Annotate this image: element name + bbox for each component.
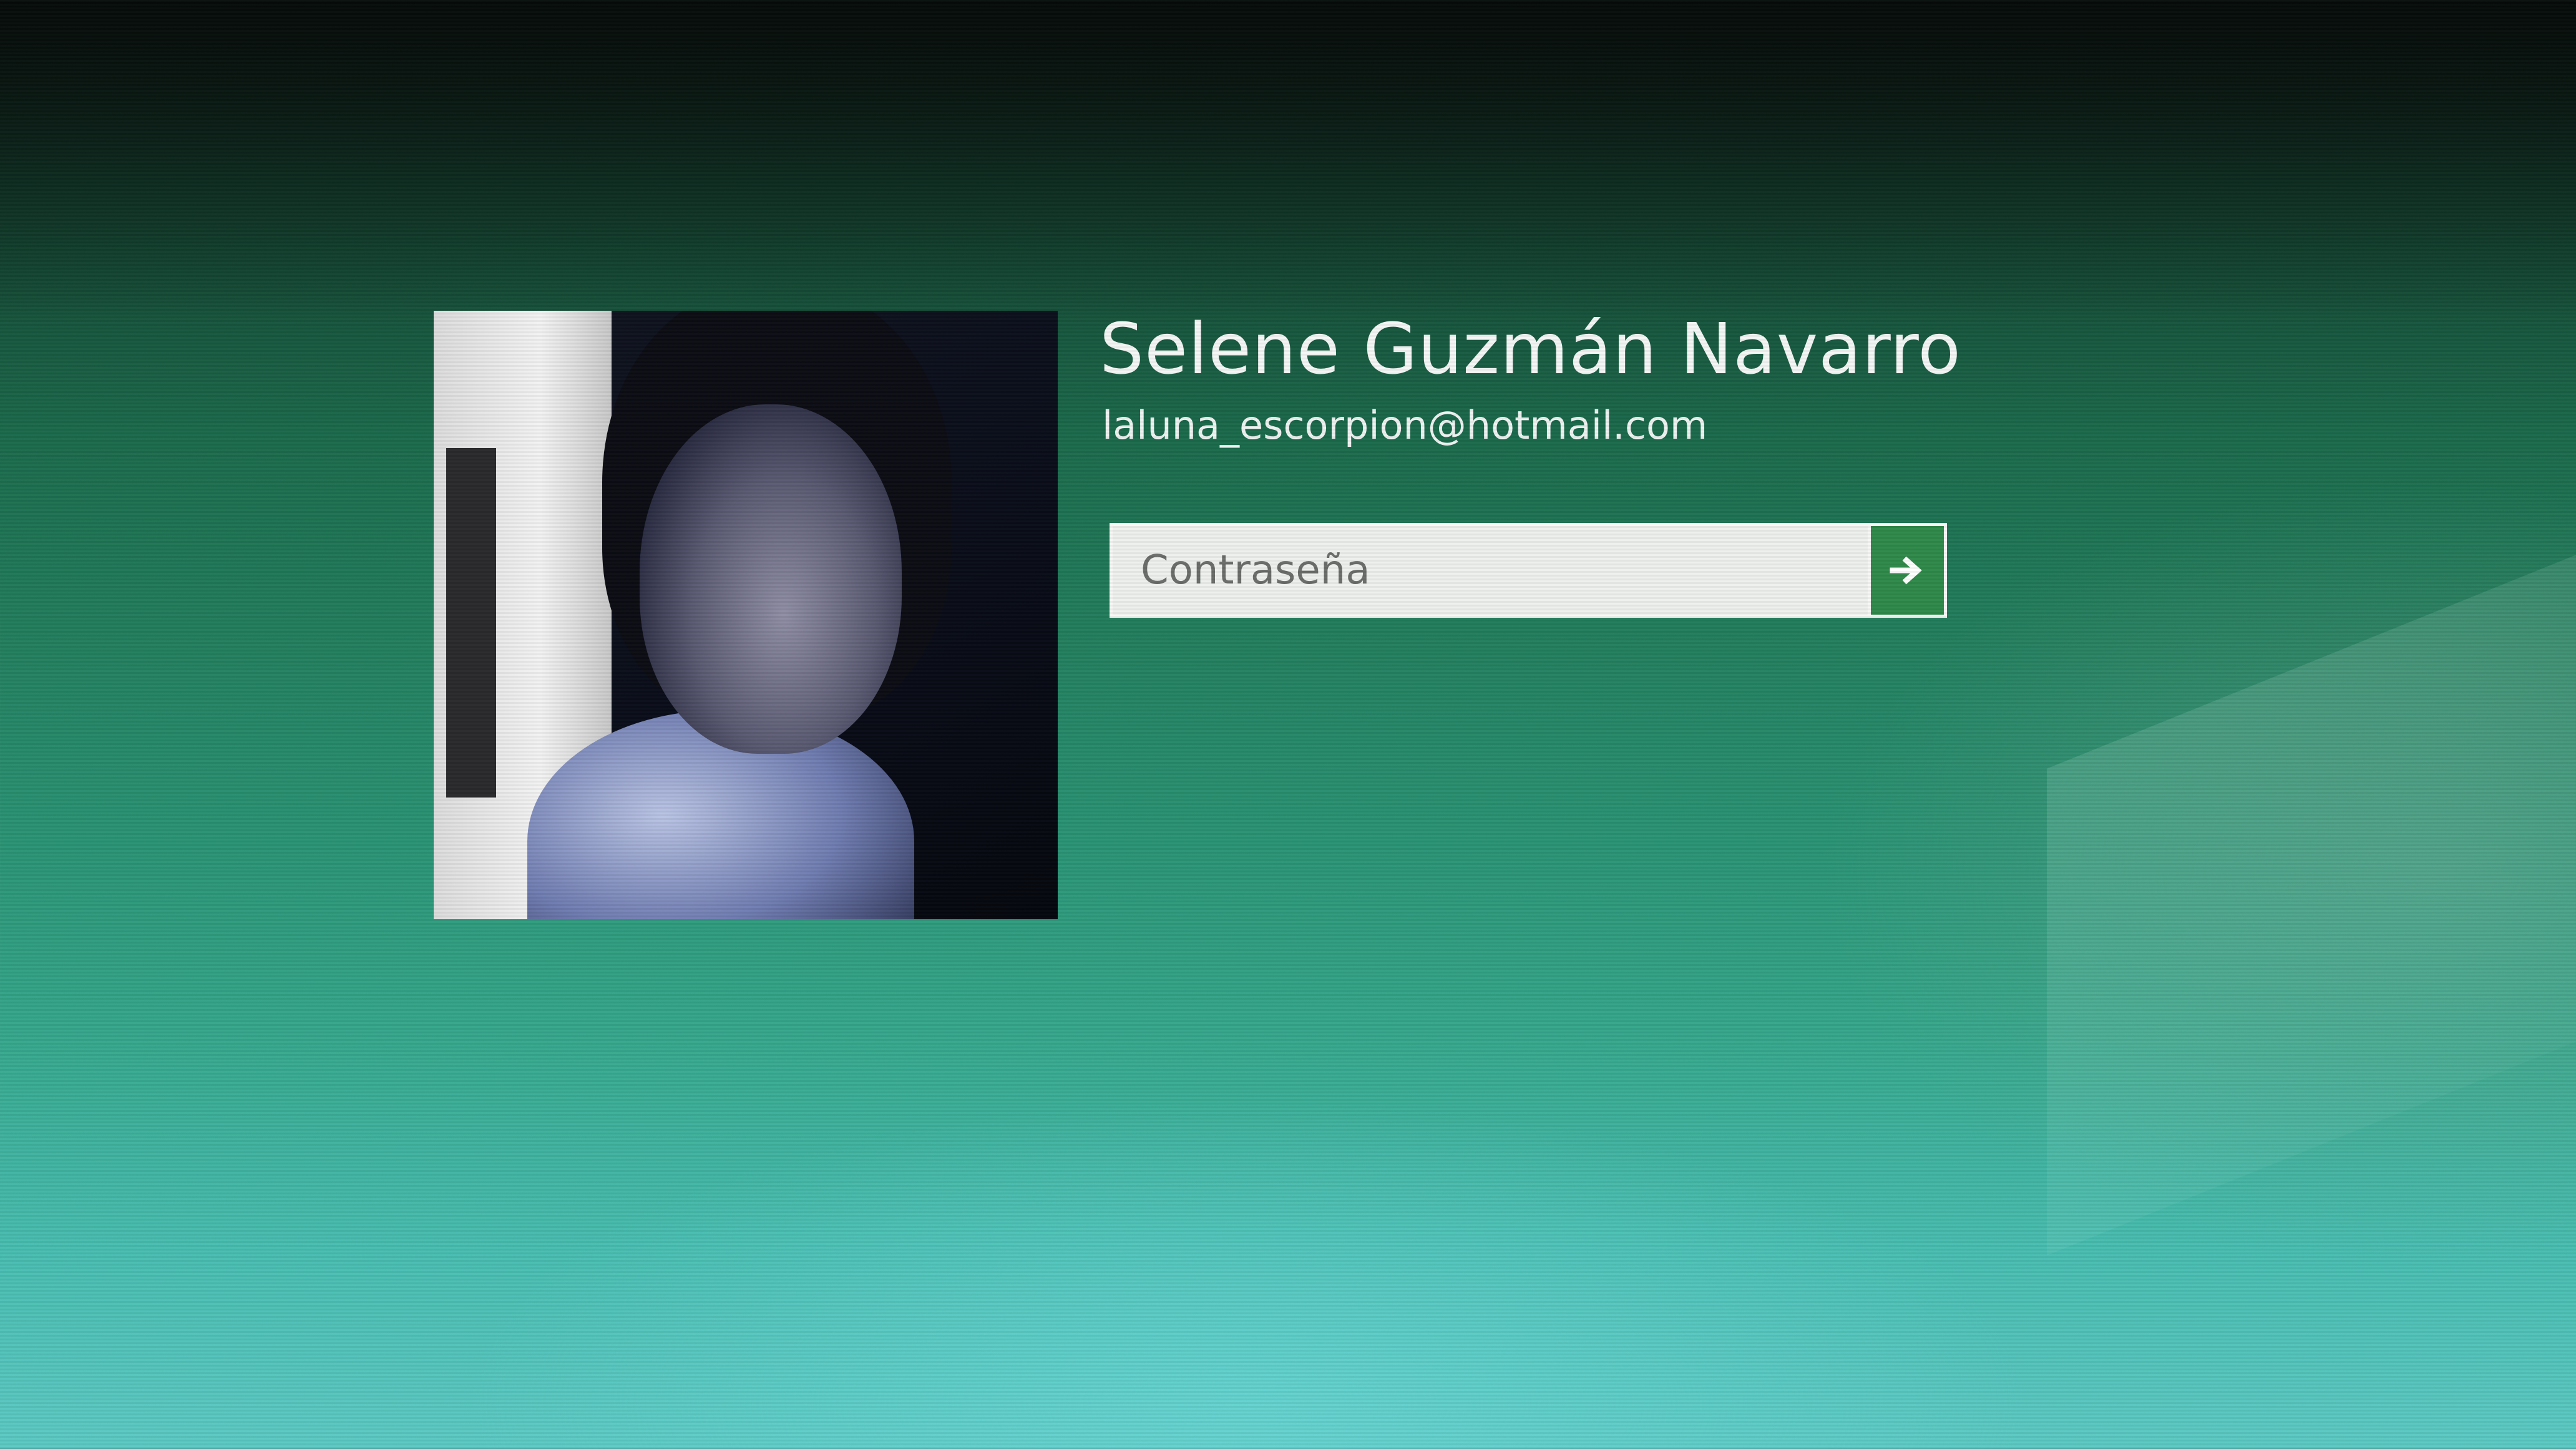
user-avatar	[434, 311, 1058, 919]
user-email: laluna_escorpion@hotmail.com	[1102, 402, 1708, 448]
avatar-face	[640, 404, 902, 754]
submit-button[interactable]	[1868, 526, 1944, 615]
background-vignette	[0, 0, 2576, 324]
screen-reflection	[2047, 542, 2576, 1256]
password-field-container	[1110, 523, 1947, 618]
user-name: Selene Guzmán Navarro	[1100, 309, 1961, 390]
password-input[interactable]	[1113, 526, 1865, 615]
avatar-background-frame	[446, 448, 496, 798]
screen-scanlines	[0, 0, 2576, 1449]
arrow-right-icon	[1890, 556, 1922, 585]
